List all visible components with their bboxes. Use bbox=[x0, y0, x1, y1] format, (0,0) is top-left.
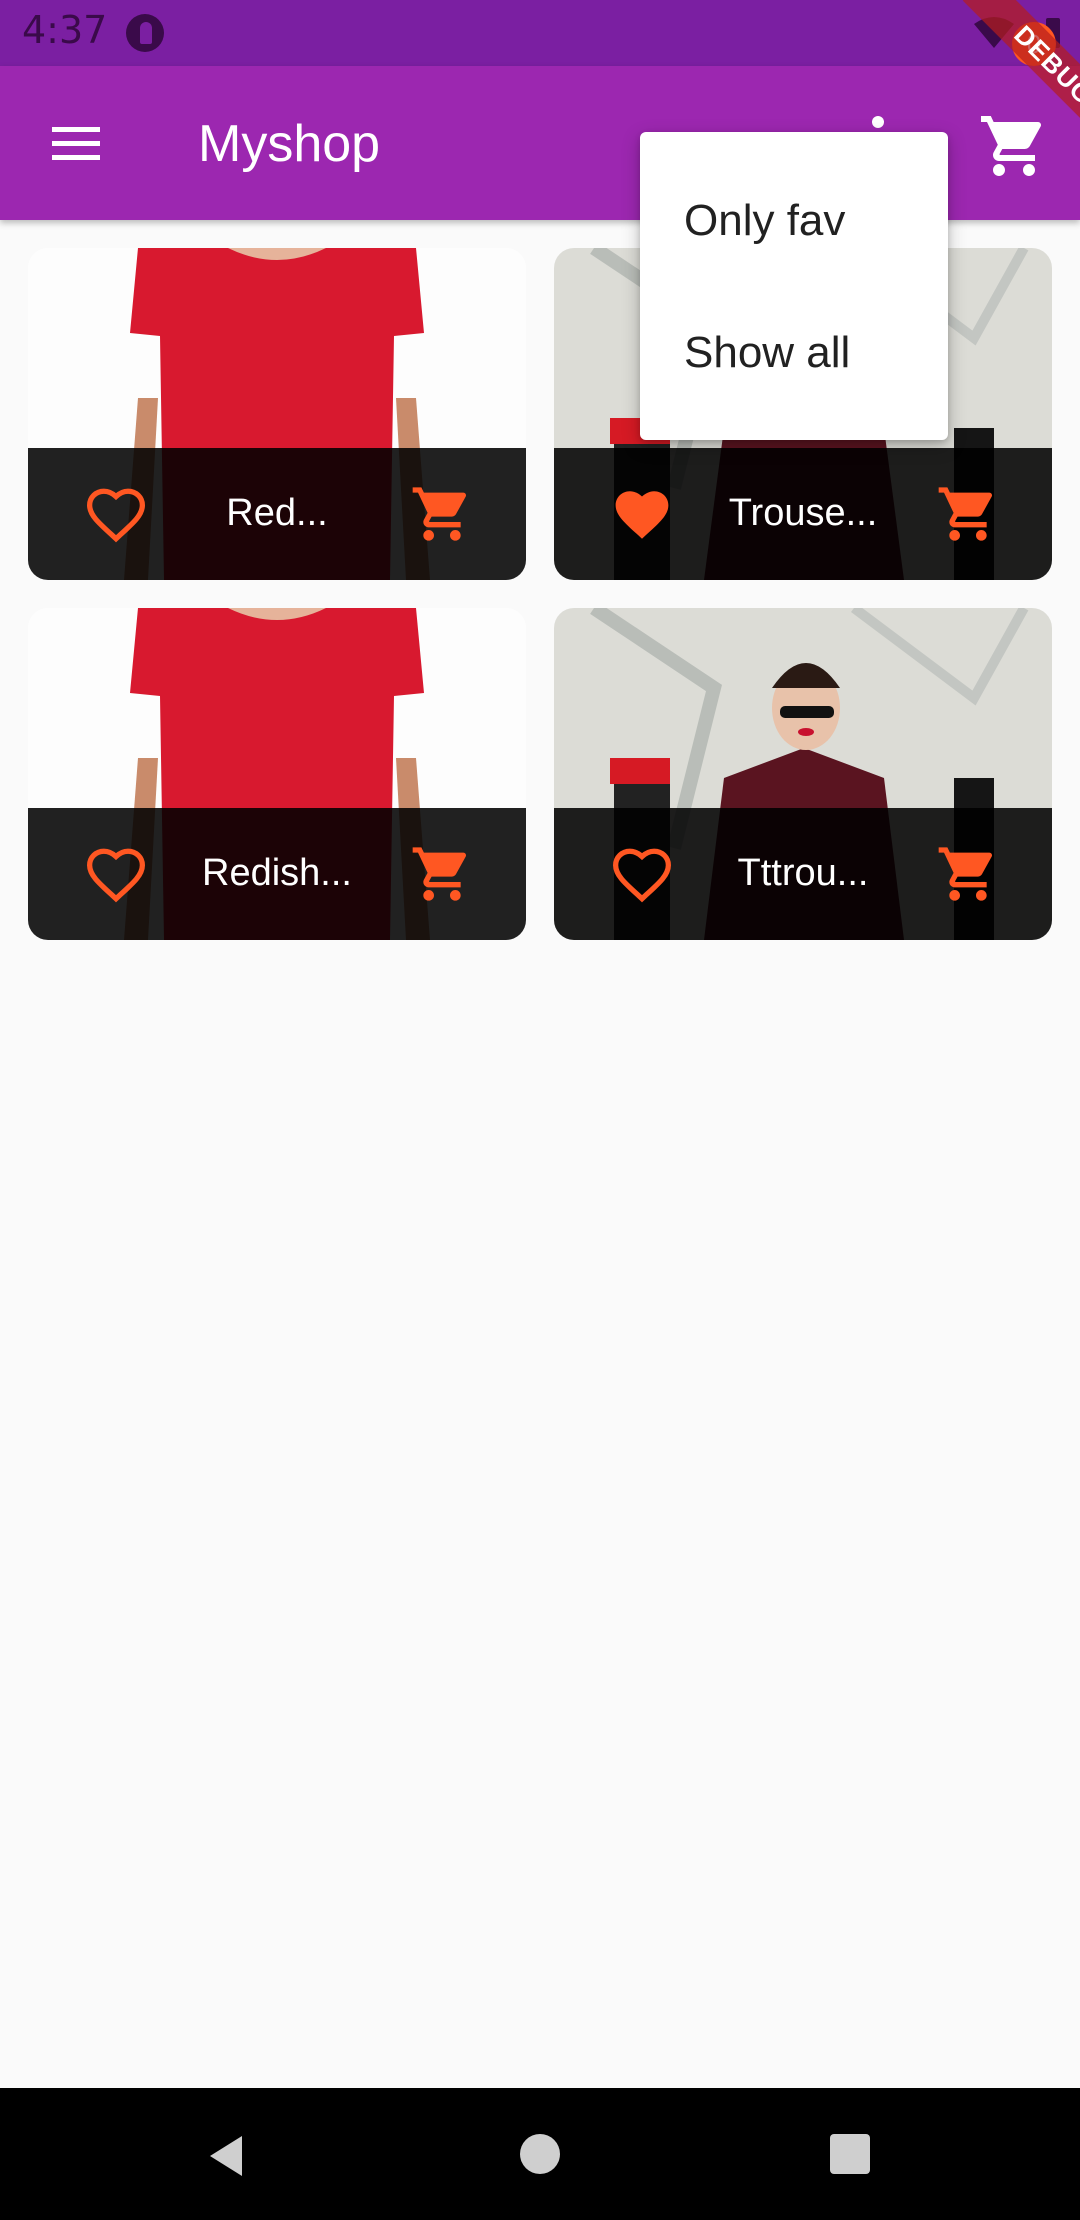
add-to-cart-icon[interactable] bbox=[936, 842, 1000, 906]
status-bar: 4:37 bbox=[0, 0, 1080, 66]
favorite-border-icon[interactable] bbox=[84, 846, 148, 904]
back-icon[interactable] bbox=[206, 2134, 246, 2178]
product-title: Red... bbox=[226, 492, 328, 534]
product-title: Tttrou... bbox=[737, 852, 869, 894]
cart-icon[interactable] bbox=[978, 110, 1050, 182]
tile-footer: Redish... bbox=[28, 808, 526, 940]
home-icon[interactable] bbox=[520, 2134, 560, 2174]
product-tile[interactable]: Red... bbox=[28, 248, 526, 580]
product-tile[interactable]: Tttrou... bbox=[554, 608, 1052, 940]
page-title: Myshop bbox=[198, 115, 381, 173]
product-title: Redish... bbox=[202, 852, 352, 894]
add-to-cart-icon[interactable] bbox=[410, 842, 474, 906]
menu-icon[interactable] bbox=[46, 123, 108, 165]
favorite-border-icon[interactable] bbox=[610, 846, 674, 904]
tile-footer: Trouse... bbox=[554, 448, 1052, 580]
notification-app-icon bbox=[126, 14, 164, 52]
tile-footer: Tttrou... bbox=[554, 808, 1052, 940]
wifi-icon bbox=[974, 17, 1014, 48]
menu-item-show-all[interactable]: Show all bbox=[684, 328, 850, 378]
product-title: Trouse... bbox=[728, 492, 878, 534]
menu-item-only-fav[interactable]: Only fav bbox=[684, 196, 845, 246]
cart-count-badge: 0 bbox=[1012, 22, 1056, 66]
recents-icon[interactable] bbox=[830, 2134, 870, 2174]
add-to-cart-icon[interactable] bbox=[936, 482, 1000, 546]
favorite-icon[interactable] bbox=[610, 486, 674, 544]
filter-popup-menu: Only fav Show all bbox=[640, 132, 948, 440]
add-to-cart-icon[interactable] bbox=[410, 482, 474, 546]
tile-footer: Red... bbox=[28, 448, 526, 580]
system-nav-bar bbox=[0, 2088, 1080, 2220]
product-tile[interactable]: Redish... bbox=[28, 608, 526, 940]
favorite-border-icon[interactable] bbox=[84, 486, 148, 544]
status-time: 4:37 bbox=[22, 8, 108, 52]
